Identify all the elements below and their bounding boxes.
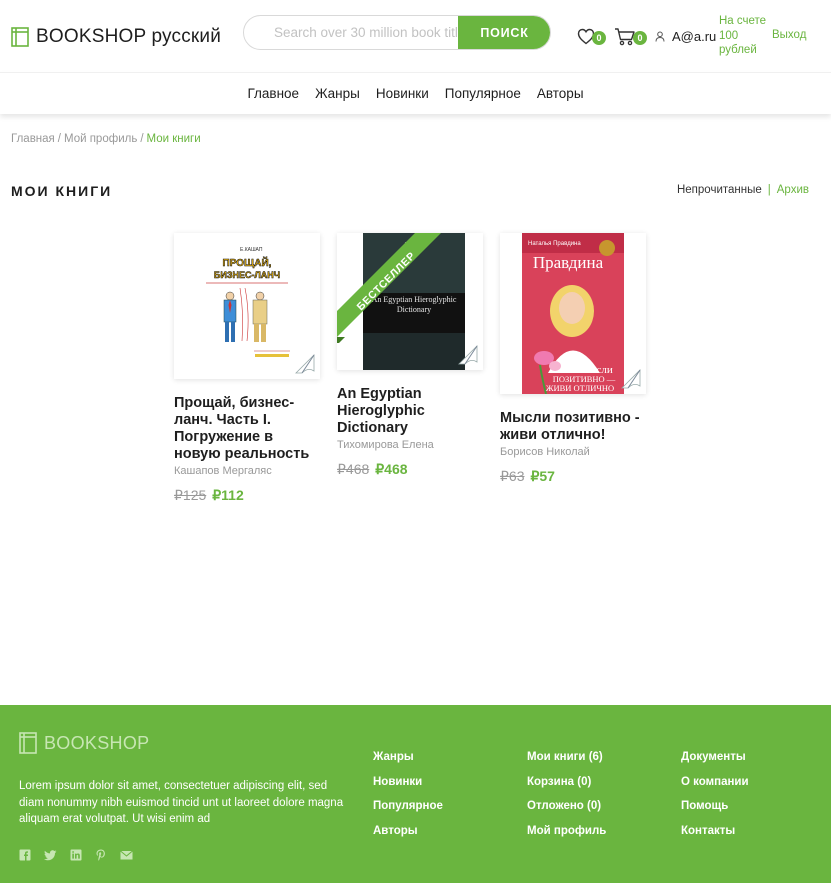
cover-title-line2: БИЗНЕС-ЛАНЧ — [214, 270, 280, 280]
book-title[interactable]: Мысли позитивно - живи отлично! — [500, 410, 646, 444]
breadcrumb-current: Мои книги — [146, 133, 201, 145]
search-bar: ПОИСК — [243, 15, 551, 50]
current-price: ₽57 — [530, 468, 555, 484]
page-title: МОИ КНИГИ — [11, 183, 113, 199]
nav-item-authors[interactable]: Авторы — [537, 86, 584, 101]
book-author[interactable]: Тихомирова Елена — [337, 439, 483, 451]
book-cover[interactable]: Е.КАШАП ПРОЩАЙ, БИЗНЕС-ЛАНЧ — [174, 233, 320, 379]
nav-item-home[interactable]: Главное — [247, 86, 299, 101]
footer-link-profile[interactable]: Мой профиль — [527, 824, 606, 839]
book-cover-image: Наталья Правдина Правдина Мысли ПОЗИТИВН… — [522, 233, 624, 394]
mail-icon[interactable] — [120, 849, 133, 861]
cart-button[interactable]: 0 — [614, 27, 647, 46]
filter-divider: | — [767, 184, 771, 196]
footer-logo[interactable]: BOOKSHOP — [19, 732, 149, 754]
book-cover[interactable]: Наталья Правдина Правдина Мысли ПОЗИТИВН… — [500, 233, 646, 394]
cover-title-big: Правдина — [533, 253, 604, 272]
footer-link-postponed[interactable]: Отложено (0) — [527, 799, 606, 814]
cover-title-line1: ПРОЩАЙ, — [223, 256, 272, 269]
site-footer: BOOKSHOP Lorem ipsum dolor sit amet, con… — [0, 705, 831, 883]
footer-link-authors[interactable]: Авторы — [373, 824, 443, 839]
book-logo-icon — [11, 27, 29, 47]
facebook-icon[interactable] — [19, 849, 31, 861]
ribbon-label: БЕСТСЕЛЛЕР — [355, 250, 418, 313]
filter-unread[interactable]: Непрочитанные — [677, 184, 762, 196]
logo[interactable]: BOOKSHOP русский — [11, 26, 221, 48]
footer-link-help[interactable]: Помощь — [681, 799, 749, 814]
linkedin-icon[interactable] — [70, 849, 82, 861]
user-email: A@a.ru — [672, 29, 717, 44]
book-logo-icon — [19, 732, 37, 754]
old-price: ₽63 — [500, 468, 525, 484]
book-card[interactable]: Е.КАШАП ПРОЩАЙ, БИЗНЕС-ЛАНЧ Прощай, бизн… — [174, 233, 320, 504]
book-prices: ₽125 ₽112 — [174, 487, 320, 504]
pinterest-icon[interactable] — [95, 849, 107, 861]
book-prices: ₽468 ₽468 — [337, 461, 483, 478]
footer-logo-text: BOOKSHOP — [44, 732, 150, 753]
breadcrumb-separator: / — [57, 133, 61, 145]
book-cover[interactable]: К А An Egyptian Hieroglyphic Dictionary … — [337, 233, 483, 370]
account-balance[interactable]: На счете 100 рублей — [719, 14, 779, 58]
site-header: BOOKSHOP русский ПОИСК 0 0 A@a.ru На сче… — [0, 0, 831, 72]
footer-link-about[interactable]: О компании — [681, 775, 749, 790]
breadcrumb-separator: / — [140, 133, 144, 145]
book-cover-image: Е.КАШАП ПРОЩАЙ, БИЗНЕС-ЛАНЧ — [192, 233, 302, 379]
footer-link-genres[interactable]: Жанры — [373, 750, 443, 765]
wishlist-count-badge: 0 — [592, 30, 606, 45]
current-price: ₽468 — [375, 461, 408, 477]
social-links — [19, 849, 133, 861]
cover-bottom-line3: ЖИВИ ОТЛИЧНО — [546, 383, 614, 393]
footer-info-column: Документы О компании Помощь Контакты — [681, 750, 749, 838]
wishlist-button[interactable]: 0 — [577, 28, 606, 45]
cart-count-badge: 0 — [633, 30, 647, 45]
page-curl-icon — [458, 345, 478, 365]
book-prices: ₽63 ₽57 — [500, 468, 646, 485]
page-curl-icon — [621, 369, 641, 389]
old-price: ₽125 — [174, 487, 207, 503]
logo-text: BOOKSHOP русский — [36, 26, 222, 47]
footer-link-cart[interactable]: Корзина (0) — [527, 775, 606, 790]
search-input[interactable] — [244, 16, 460, 49]
bestseller-ribbon: БЕСТСЕЛЛЕР — [337, 233, 441, 343]
nav-item-new[interactable]: Новинки — [376, 86, 429, 101]
footer-link-contacts[interactable]: Контакты — [681, 824, 749, 839]
footer-link-documents[interactable]: Документы — [681, 750, 749, 765]
book-card[interactable]: Наталья Правдина Правдина Мысли ПОЗИТИВН… — [500, 233, 646, 485]
book-title[interactable]: Прощай, бизнес-ланч. Часть I. Погружение… — [174, 395, 320, 463]
breadcrumb-home[interactable]: Главная — [11, 133, 55, 145]
book-filters: Непрочитанные | Архив — [677, 184, 809, 196]
book-title[interactable]: An Egyptian Hieroglyphic Dictionary — [337, 386, 483, 437]
logout-link[interactable]: Выход — [772, 29, 806, 41]
footer-description: Lorem ipsum dolor sit amet, consectetuer… — [19, 780, 344, 825]
footer-account-column: Мои книги (6) Корзина (0) Отложено (0) М… — [527, 750, 606, 838]
breadcrumb-profile[interactable]: Мой профиль — [64, 133, 137, 145]
user-account[interactable]: A@a.ru — [655, 29, 716, 44]
footer-link-new[interactable]: Новинки — [373, 775, 443, 790]
nav-item-genres[interactable]: Жанры — [315, 86, 360, 101]
footer-link-my-books[interactable]: Мои книги (6) — [527, 750, 606, 765]
search-button[interactable]: ПОИСК — [458, 16, 550, 49]
main-nav: Главное Жанры Новинки Популярное Авторы — [0, 72, 831, 114]
book-author[interactable]: Кашапов Мергаляс — [174, 465, 320, 477]
twitter-icon[interactable] — [44, 849, 57, 861]
nav-item-popular[interactable]: Популярное — [445, 86, 521, 101]
old-price: ₽468 — [337, 461, 370, 477]
user-icon — [655, 31, 665, 42]
footer-nav-column: Жанры Новинки Популярное Авторы — [373, 750, 443, 838]
breadcrumb: Главная / Мой профиль / Мои книги — [11, 133, 201, 145]
book-author[interactable]: Борисов Николай — [500, 446, 646, 458]
cover-author: Е.КАШАП — [240, 247, 263, 253]
footer-link-popular[interactable]: Популярное — [373, 799, 443, 814]
current-price: ₽112 — [212, 487, 244, 503]
book-card[interactable]: К А An Egyptian Hieroglyphic Dictionary … — [337, 233, 483, 478]
filter-archive[interactable]: Архив — [777, 184, 809, 196]
cover-series: Наталья Правдина — [528, 241, 581, 247]
page-curl-icon — [295, 354, 315, 374]
